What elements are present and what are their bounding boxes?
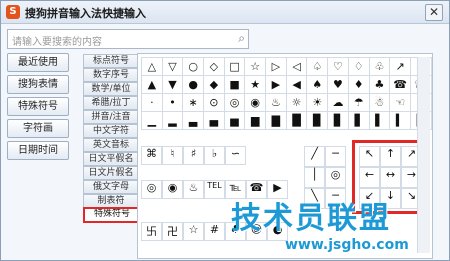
symbol-cell[interactable]: ↗ [389, 57, 412, 76]
symbol-cell[interactable]: ▅ [223, 111, 246, 130]
symbol-cell[interactable]: ▄ [203, 111, 225, 130]
symbol-cell[interactable]: ☂ [347, 93, 370, 112]
symbol-cell[interactable]: ♣ [368, 75, 391, 94]
symbol-cell[interactable]: ♢ [347, 57, 370, 76]
line-symbol-cell[interactable]: ◎ [325, 167, 346, 188]
symbol-cell[interactable]: ♭ [204, 146, 225, 165]
symbol-cell[interactable]: 卍 [162, 222, 183, 241]
special-symbols-button[interactable]: 特殊符号 [7, 97, 69, 116]
symbol-cell[interactable]: ♮ [162, 146, 183, 165]
symbol-grid-top: △▽○◇□☆▷◁♤♡♢♧↗◈ ▲▼●◆■★▶◀♠♥♦♣☎☏ ·•∗⊙◎◉♨☼☀☁… [141, 57, 432, 130]
symbol-cell[interactable]: ☼ [285, 93, 308, 112]
search-placeholder: 请输入要搜索的内容 [12, 37, 102, 48]
symbol-cell[interactable]: ♦ [347, 75, 370, 94]
sogou-emoji-button[interactable]: 搜狗表情 [7, 75, 69, 94]
symbol-cell[interactable]: ▌ [368, 111, 391, 130]
symbol-cell[interactable]: ☀ [306, 93, 329, 112]
category-numbers[interactable]: 数字序号 [83, 68, 139, 82]
recent-button[interactable]: 最近使用 [7, 53, 69, 72]
symbol-cell[interactable]: □ [223, 57, 246, 76]
symbol-cell[interactable]: ☁ [327, 93, 349, 112]
symbol-cell[interactable]: ▉ [306, 111, 329, 130]
symbol-cell[interactable]: ∗ [182, 93, 204, 112]
symbol-cell[interactable]: █ [285, 111, 308, 130]
symbol-cell[interactable]: ▊ [327, 111, 349, 130]
category-phonetic[interactable]: 英文音标 [83, 138, 139, 152]
symbol-cell[interactable]: ♥ [327, 75, 349, 94]
line-symbol-cell[interactable]: ─ [325, 146, 346, 167]
symbol-cell[interactable]: · [141, 93, 163, 112]
symbol-cell[interactable]: ◀ [285, 75, 308, 94]
symbol-cell[interactable]: ▋ [347, 111, 370, 130]
category-punctuation[interactable]: 标点符号 [83, 54, 139, 68]
char-art-button[interactable]: 字符画 [7, 119, 69, 138]
category-special-symbols[interactable]: 特殊符号 [83, 207, 141, 223]
symbol-cell[interactable]: ∽ [225, 146, 246, 165]
symbol-cell[interactable]: ◁ [285, 57, 308, 76]
symbol-cell[interactable]: ◆ [203, 75, 225, 94]
date-time-button[interactable]: 日期时间 [7, 141, 69, 160]
watermark-url: www.jsgho.com [285, 237, 409, 253]
sogou-logo-icon: S [6, 5, 20, 19]
symbol-cell[interactable]: ☎ [389, 75, 412, 94]
line-symbol-cell[interactable]: │ [304, 167, 325, 188]
symbol-cell[interactable]: ◎ [141, 180, 162, 199]
symbol-cell[interactable]: ▼ [161, 75, 184, 94]
symbol-cell[interactable]: △ [141, 57, 163, 76]
symbol-cell[interactable]: ▍ [389, 111, 412, 130]
symbol-cell[interactable]: ▁ [141, 111, 163, 130]
symbol-cell[interactable]: # [204, 222, 225, 241]
symbol-cell[interactable]: ▂ [161, 111, 184, 130]
symbol-cell[interactable]: ♠ [306, 75, 329, 94]
symbol-cell[interactable]: ♤ [306, 57, 329, 76]
category-box-drawing[interactable]: 制表符 [83, 194, 139, 208]
category-pinyin[interactable]: 拼音/注音 [83, 110, 139, 124]
symbol-cell[interactable]: ♯ [183, 146, 204, 165]
symbol-cell[interactable]: ▃ [182, 111, 204, 130]
symbol-cell[interactable]: ☆ [244, 57, 267, 76]
symbol-panel-scrollbar[interactable] [417, 57, 430, 253]
symbol-cell[interactable]: ☃ [368, 93, 391, 112]
symbol-cell[interactable]: TEL [204, 180, 225, 199]
symbol-cell[interactable]: ♡ [327, 57, 349, 76]
symbol-cell[interactable]: ⊙ [203, 93, 225, 112]
category-math-units[interactable]: 数学/单位 [83, 82, 139, 96]
search-icon[interactable]: ⌕ [238, 31, 245, 46]
symbol-cell[interactable]: ● [182, 75, 204, 94]
watermark-logo: 技术员联盟 [231, 201, 391, 236]
symbol-cell[interactable]: ◎ [223, 93, 246, 112]
symbol-cell[interactable]: ☆ [183, 222, 204, 241]
symbol-cell[interactable]: ▶ [265, 75, 287, 94]
window-title: 搜狗拼音输入法快捷输入 [25, 7, 146, 20]
symbol-cell[interactable]: ◉ [162, 180, 183, 199]
symbol-cell[interactable]: ▽ [161, 57, 184, 76]
line-symbol-cell[interactable]: ╱ [304, 146, 325, 167]
symbol-cell[interactable]: ♨ [265, 93, 287, 112]
category-hiragana[interactable]: 日文平假名 [83, 152, 139, 166]
symbol-cell[interactable]: ★ [244, 75, 267, 94]
title-bar: S 搜狗拼音输入法快捷输入 ✕ [1, 1, 449, 24]
symbol-cell[interactable]: ▲ [141, 75, 163, 94]
symbol-cell[interactable]: • [161, 93, 184, 112]
category-russian[interactable]: 俄文字母 [83, 180, 139, 194]
symbol-cell[interactable]: ▇ [265, 111, 287, 130]
symbol-cell[interactable]: ■ [223, 75, 246, 94]
symbol-cell[interactable]: ♧ [368, 57, 391, 76]
symbol-cell[interactable]: ◉ [244, 93, 267, 112]
symbol-cell[interactable]: ▷ [265, 57, 287, 76]
category-greek-latin[interactable]: 希腊/拉丁 [83, 96, 139, 110]
close-button[interactable]: ✕ [425, 4, 443, 21]
symbol-cell[interactable]: ▆ [244, 111, 267, 130]
search-input[interactable]: 请输入要搜索的内容 ⌕ [7, 29, 249, 49]
symbol-cell[interactable]: ○ [182, 57, 204, 76]
symbol-cell[interactable]: ♨ [183, 180, 204, 199]
symbol-cell[interactable]: 卐 [141, 222, 162, 241]
quick-input-window: S 搜狗拼音输入法快捷输入 ✕ 请输入要搜索的内容 ⌕ 最近使用 搜狗表情 特殊… [0, 0, 450, 261]
category-chinese-chars[interactable]: 中文字符 [83, 124, 139, 138]
symbol-cell[interactable]: ◇ [203, 57, 225, 76]
category-katakana[interactable]: 日文片假名 [83, 166, 139, 180]
symbol-cell[interactable]: ☜ [389, 93, 412, 112]
symbol-cell[interactable]: ⌘ [141, 146, 162, 165]
